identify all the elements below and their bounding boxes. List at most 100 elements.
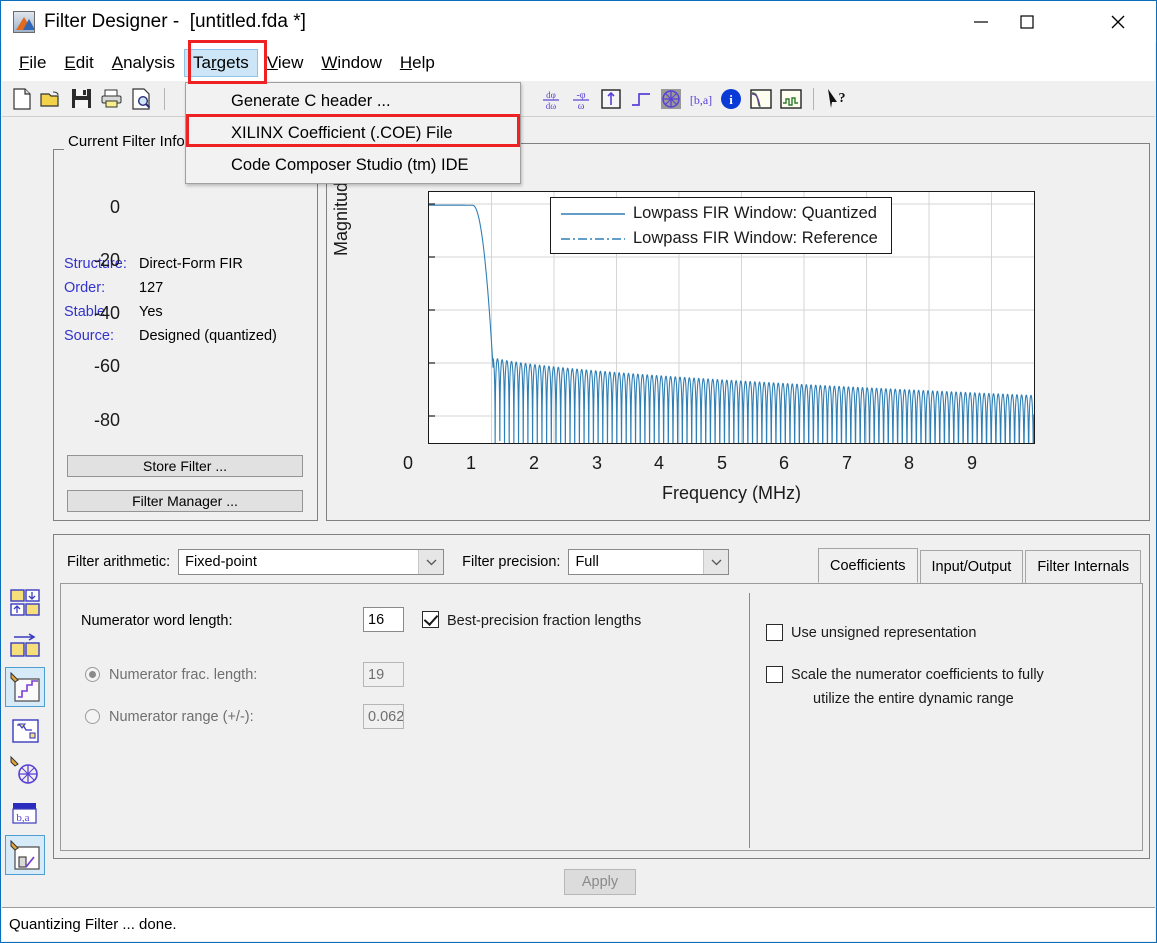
print-preview-icon[interactable] (128, 85, 155, 112)
filter-precision-value: Full (575, 554, 599, 570)
design-filter-icon[interactable] (5, 583, 45, 623)
x-tick-7: 7 (841, 453, 852, 473)
quantize-filter-icon[interactable] (5, 667, 45, 707)
window-title: Filter Designer - [untitled.fda *] (44, 10, 306, 32)
y-tick-m20: -20 (93, 250, 120, 270)
y-tick-m80: -80 (93, 410, 120, 430)
menu-help[interactable]: Help (391, 49, 444, 77)
structure-value: Direct-Form FIR (139, 256, 243, 272)
chevron-down-icon-2[interactable] (703, 550, 729, 574)
pole-zero-plot-icon[interactable] (657, 85, 684, 112)
svg-text:ω: ω (577, 101, 584, 111)
menu-item-generate-c-header[interactable]: Generate C header ... (186, 85, 520, 117)
filter-arithmetic-value: Fixed-point (185, 554, 257, 570)
filter-arithmetic-select[interactable]: Fixed-point (178, 549, 445, 575)
impulse-response-icon[interactable] (597, 85, 624, 112)
x-tick-4: 4 (653, 453, 664, 473)
arithmetic-row: Filter arithmetic: Fixed-point Filter pr… (67, 549, 730, 575)
y-tick-m60: -60 (93, 356, 120, 376)
order-key: Order: (64, 280, 106, 296)
print-icon[interactable] (98, 85, 125, 112)
filter-precision-label: Filter precision: (462, 554, 561, 570)
x-tick-1: 1 (465, 453, 476, 473)
filter-manager-button[interactable]: Filter Manager ... (67, 490, 303, 512)
source-value: Designed (quantized) (139, 328, 277, 344)
tab-input-output[interactable]: Input/Output (919, 550, 1024, 583)
numerator-frac-length-label: Numerator frac. length: (109, 667, 258, 683)
x-tick-8: 8 (903, 453, 914, 473)
menu-targets[interactable]: Targets (184, 48, 258, 77)
apply-button[interactable]: Apply (564, 869, 636, 895)
svg-text:i: i (729, 92, 733, 107)
numerator-frac-length-input[interactable]: 19 (363, 662, 404, 687)
menu-item-code-composer-studio[interactable]: Code Composer Studio (tm) IDE (186, 149, 520, 181)
svg-text:b,a: b,a (16, 812, 29, 824)
svg-text:?: ? (838, 91, 845, 106)
menu-analysis[interactable]: Analysis (103, 49, 184, 77)
menu-window[interactable]: Window (312, 49, 390, 77)
pole-zero-editor-icon[interactable] (5, 751, 45, 791)
magnitude-response-estimate-icon[interactable] (747, 85, 774, 112)
svg-text:dω: dω (545, 101, 556, 111)
svg-text:-φ: -φ (576, 90, 585, 101)
menu-file[interactable]: File (10, 49, 55, 77)
tab-filter-internals[interactable]: Filter Internals (1025, 550, 1142, 583)
magnitude-and-phase-icon[interactable]: dφ dω (537, 85, 564, 112)
filter-designer-window: Filter Designer - [untitled.fda *] File … (0, 0, 1157, 943)
use-unsigned-label: Use unsigned representation (791, 625, 977, 641)
set-quantization-parameters-icon[interactable]: b,a (5, 793, 45, 833)
transform-filter-icon[interactable] (5, 835, 45, 875)
best-precision-checkbox[interactable] (422, 611, 439, 628)
new-file-icon[interactable] (8, 85, 35, 112)
svg-text:[b,a]: [b,a] (689, 93, 711, 107)
context-help-icon[interactable]: ? (823, 85, 850, 112)
numerator-word-length-input[interactable]: 16 (363, 607, 404, 632)
best-precision-label: Best-precision fraction lengths (447, 613, 642, 629)
filter-information-icon[interactable]: i (717, 85, 744, 112)
open-file-icon[interactable] (38, 85, 65, 112)
numerator-range-radio[interactable] (85, 709, 100, 724)
use-unsigned-checkbox[interactable] (766, 624, 783, 641)
phase-response-icon[interactable]: -φ ω (567, 85, 594, 112)
y-tick-0: 0 (109, 197, 120, 217)
legend-entry-reference: Lowpass FIR Window: Reference (551, 226, 891, 251)
x-tick-6: 6 (778, 453, 789, 473)
filter-arithmetic-label: Filter arithmetic: (67, 554, 171, 570)
numerator-range-input[interactable]: 0.062 (363, 704, 404, 729)
chevron-down-icon[interactable] (418, 550, 444, 574)
legend-entry-quantized: Lowpass FIR Window: Quantized (551, 201, 891, 226)
app-logo-icon (13, 10, 35, 33)
targets-dropdown-menu: Generate C header ... XILINX Coefficient… (185, 82, 521, 184)
numerator-frac-length-radio[interactable] (85, 667, 100, 682)
x-tick-0: 0 (402, 453, 413, 473)
round-off-noise-power-icon[interactable] (777, 85, 804, 112)
menu-edit[interactable]: Edit (55, 49, 102, 77)
source-key: Source: (64, 328, 114, 344)
menu-item-xilinx-coefficient-file[interactable]: XILINX Coefficient (.COE) File (186, 117, 520, 149)
legend-swatch-dashdot (561, 237, 625, 240)
realize-model-icon[interactable] (5, 709, 45, 749)
plot-legend: Lowpass FIR Window: Quantized Lowpass FI… (550, 197, 892, 254)
close-button[interactable] (1095, 1, 1141, 42)
store-filter-button[interactable]: Store Filter ... (67, 455, 303, 477)
svg-text:dφ: dφ (546, 90, 556, 100)
y-tick-m40: -40 (93, 303, 120, 323)
menu-view[interactable]: View (258, 49, 313, 77)
scale-numerator-checkbox[interactable] (766, 666, 783, 683)
import-filter-icon[interactable] (5, 625, 45, 665)
save-icon[interactable] (68, 85, 95, 112)
title-bar: Filter Designer - [untitled.fda *] (1, 1, 1156, 42)
x-axis-label: Frequency (MHz) (661, 483, 802, 503)
minimize-button[interactable] (958, 1, 1004, 42)
maximize-button[interactable] (1004, 1, 1050, 42)
menu-bar: File Edit Analysis Targets View Window H… (2, 42, 1155, 81)
panel-divider (749, 593, 750, 848)
status-bar: Quantizing Filter ... done. (2, 907, 1155, 941)
legend-label-reference: Lowpass FIR Window: Reference (633, 229, 878, 247)
step-response-icon[interactable] (627, 85, 654, 112)
filter-precision-select[interactable]: Full (568, 549, 730, 575)
x-tick-9: 9 (966, 453, 977, 473)
tab-coefficients[interactable]: Coefficients (818, 548, 918, 583)
filter-coefficients-icon[interactable]: [b,a] (687, 85, 714, 112)
scale-numerator-label-line2: utilize the entire dynamic range (813, 691, 1014, 707)
